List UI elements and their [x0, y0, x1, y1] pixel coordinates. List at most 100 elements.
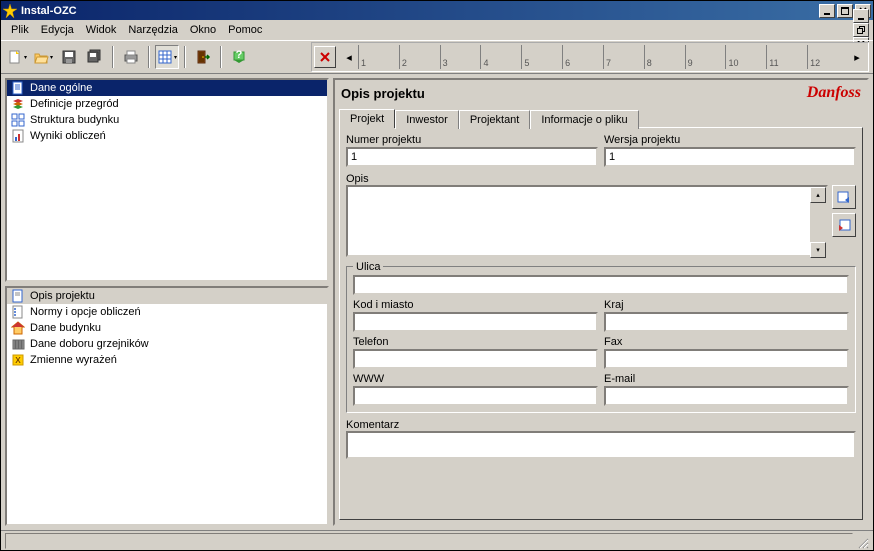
fax-input[interactable] — [604, 349, 849, 369]
structure-icon — [10, 113, 26, 127]
subcategory-tree[interactable]: Opis projektu Normy i opcje obliczeń Dan… — [5, 286, 329, 526]
kod-input[interactable] — [353, 312, 598, 332]
sheet-tab[interactable]: 7 — [603, 45, 644, 69]
ulica-input[interactable] — [353, 275, 849, 295]
kod-label: Kod i miasto — [353, 299, 598, 311]
document-icon — [10, 81, 26, 95]
komentarz-label: Komentarz — [346, 419, 399, 431]
tabstrip-close-button[interactable] — [314, 46, 336, 68]
tab-projektant[interactable]: Projektant — [459, 110, 531, 129]
titlebar: Instal-OZC — [1, 1, 873, 20]
email-label: E-mail — [604, 373, 849, 385]
tree-label: Opis projektu — [30, 290, 95, 302]
variable-icon: x — [10, 353, 26, 367]
tree-label: Normy i opcje obliczeń — [30, 306, 141, 318]
menu-edycja[interactable]: Edycja — [35, 22, 80, 38]
svg-text:x: x — [15, 354, 21, 366]
tab-projekt[interactable]: Projekt — [339, 109, 395, 128]
open-button[interactable]: ▾ — [31, 45, 55, 69]
numer-label: Numer projektu — [346, 134, 598, 146]
category-tree[interactable]: Dane ogólne Definicje przegród Struktura… — [5, 78, 329, 282]
tabstrip-prev-button[interactable]: ◂ — [340, 45, 358, 69]
telefon-input[interactable] — [353, 349, 598, 369]
statusbar — [1, 530, 873, 550]
sheet-tab[interactable]: 11 — [766, 45, 807, 69]
tree-item-wyniki[interactable]: Wyniki obliczeń — [7, 128, 327, 144]
opis-label: Opis — [346, 173, 369, 185]
sheet-tab[interactable]: 4 — [480, 45, 521, 69]
save-text-button[interactable] — [832, 213, 856, 237]
menu-plik[interactable]: Plik — [5, 22, 35, 38]
sheet-tab[interactable]: 6 — [562, 45, 603, 69]
new-button[interactable]: ▾ — [5, 45, 29, 69]
window-title: Instal-OZC — [21, 5, 819, 17]
fax-label: Fax — [604, 336, 849, 348]
www-label: WWW — [353, 373, 598, 385]
sheet-tab[interactable]: 12 — [807, 45, 848, 69]
mdi-minimize-button[interactable] — [853, 9, 869, 23]
tree-item-definicje[interactable]: Definicje przegród — [7, 96, 327, 112]
brand-logo: Danfoss — [807, 84, 861, 102]
tree-label: Dane doboru grzejników — [30, 338, 149, 350]
sheet-tab[interactable]: 2 — [399, 45, 440, 69]
app-icon — [3, 4, 17, 18]
tree-item-grzejniki[interactable]: Dane doboru grzejników — [7, 336, 327, 352]
komentarz-textarea[interactable] — [346, 431, 856, 459]
kraj-label: Kraj — [604, 299, 849, 311]
tree-item-normy[interactable]: Normy i opcje obliczeń — [7, 304, 327, 320]
sheet-tab[interactable]: 9 — [685, 45, 726, 69]
menu-narzedzia[interactable]: Narzędzia — [122, 22, 184, 38]
menu-okno[interactable]: Okno — [184, 22, 222, 38]
kraj-input[interactable] — [604, 312, 849, 332]
grid-view-button[interactable]: ▾ — [155, 45, 179, 69]
opis-textarea[interactable] — [346, 185, 828, 257]
wersja-input[interactable] — [604, 147, 856, 167]
save-button[interactable] — [57, 45, 81, 69]
sheet-tab[interactable]: 3 — [440, 45, 481, 69]
maximize-button[interactable] — [837, 4, 853, 18]
menu-pomoc[interactable]: Pomoc — [222, 22, 268, 38]
menubar: Plik Edycja Widok Narzędzia Okno Pomoc — [1, 20, 873, 40]
load-text-button[interactable] — [832, 185, 856, 209]
detail-tabs: Projekt Inwestor Projektant Informacje o… — [335, 108, 867, 127]
email-input[interactable] — [604, 386, 849, 406]
numer-input[interactable] — [346, 147, 598, 167]
resize-grip[interactable] — [853, 533, 869, 549]
tree-label: Dane ogólne — [30, 82, 92, 94]
www-input[interactable] — [353, 386, 598, 406]
tab-inwestor[interactable]: Inwestor — [395, 110, 459, 129]
radiator-icon — [10, 337, 26, 351]
mdi-restore-button[interactable] — [853, 23, 869, 37]
ulica-label: Ulica — [353, 261, 383, 273]
scrollbar[interactable]: ▴ ▾ — [810, 187, 826, 258]
sheet-tab[interactable]: 10 — [725, 45, 766, 69]
toolbar: ▾ ▾ ▾ ? ◂ 1 2 3 4 5 6 7 8 — [1, 40, 873, 74]
sheet-tabstrip: ◂ 1 2 3 4 5 6 7 8 9 10 11 12 ▸ — [311, 42, 869, 72]
help-button[interactable]: ? — [227, 45, 251, 69]
tree-item-struktura[interactable]: Struktura budynku — [7, 112, 327, 128]
sheet-tab[interactable]: 5 — [521, 45, 562, 69]
scroll-up-button[interactable]: ▴ — [810, 187, 826, 203]
print-button[interactable] — [119, 45, 143, 69]
detail-panel: Opis projektu Danfoss Projekt Inwestor P… — [333, 78, 869, 526]
telefon-label: Telefon — [353, 336, 598, 348]
scroll-down-button[interactable]: ▾ — [810, 242, 826, 258]
wersja-label: Wersja projektu — [604, 134, 856, 146]
tree-label: Wyniki obliczeń — [30, 130, 106, 142]
options-icon — [10, 305, 26, 319]
status-cell — [5, 533, 853, 549]
minimize-button[interactable] — [819, 4, 835, 18]
save-all-button[interactable] — [83, 45, 107, 69]
sheet-tab[interactable]: 8 — [644, 45, 685, 69]
tree-item-opis-projektu[interactable]: Opis projektu — [7, 288, 327, 304]
sheet-tab[interactable]: 1 — [358, 45, 399, 69]
address-group: Ulica Kod i miasto Kraj Telefon Fax WWW — [346, 266, 856, 413]
menu-widok[interactable]: Widok — [80, 22, 123, 38]
tree-item-zmienne[interactable]: x Zmienne wyrażeń — [7, 352, 327, 368]
tree-item-dane-ogolne[interactable]: Dane ogólne — [7, 80, 327, 96]
tabstrip-next-button[interactable]: ▸ — [848, 45, 866, 69]
tree-item-dane-budynku[interactable]: Dane budynku — [7, 320, 327, 336]
layers-icon — [10, 97, 26, 111]
exit-button[interactable] — [191, 45, 215, 69]
tab-informacje[interactable]: Informacje o pliku — [530, 110, 638, 129]
